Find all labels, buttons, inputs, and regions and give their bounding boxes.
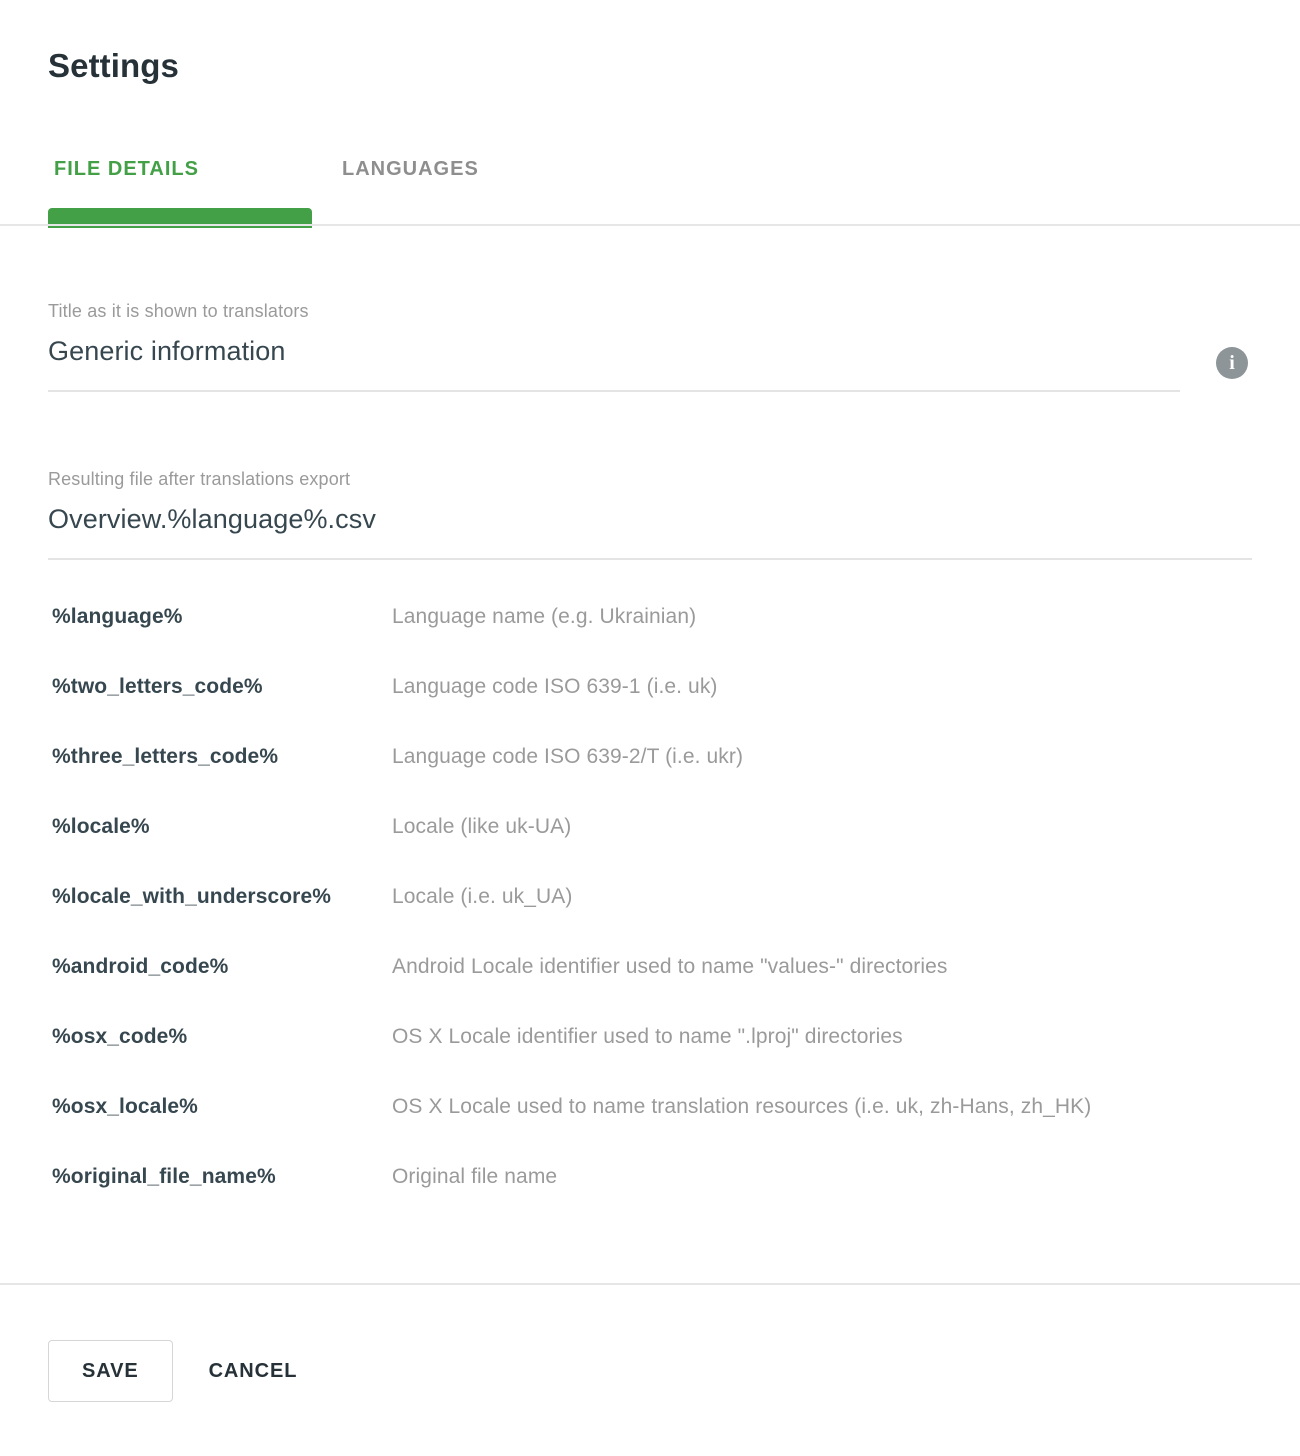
table-row: %original_file_name% Original file name	[0, 1161, 1300, 1231]
table-row: %language% Language name (e.g. Ukrainian…	[0, 601, 1300, 671]
placeholder-key: %three_letters_code%	[52, 745, 279, 768]
placeholder-table: %language% Language name (e.g. Ukrainian…	[0, 601, 1300, 1231]
placeholder-description: Language name (e.g. Ukrainian)	[392, 605, 697, 628]
footer-actions: SAVE CANCEL	[48, 1340, 321, 1402]
cancel-button[interactable]: CANCEL	[185, 1341, 322, 1401]
placeholder-description: OS X Locale identifier used to name ".lp…	[392, 1025, 903, 1048]
placeholder-key: %osx_code%	[52, 1025, 188, 1048]
tab-languages[interactable]: LANGUAGES	[336, 143, 485, 224]
placeholder-description: Locale (i.e. uk_UA)	[392, 885, 573, 908]
table-row: %two_letters_code% Language code ISO 639…	[0, 671, 1300, 741]
table-row: %osx_code% OS X Locale identifier used t…	[0, 1021, 1300, 1091]
table-row: %osx_locale% OS X Locale used to name tr…	[0, 1091, 1300, 1161]
title-input[interactable]	[48, 333, 1148, 369]
placeholder-key: %locale%	[52, 815, 150, 838]
filename-field-label: Resulting file after translations export	[48, 469, 351, 489]
placeholder-description: Language code ISO 639-2/T (i.e. ukr)	[392, 745, 744, 768]
placeholder-description: Locale (like uk-UA)	[392, 815, 572, 838]
placeholder-key: %locale_with_underscore%	[52, 885, 331, 908]
table-row: %locale% Locale (like uk-UA)	[0, 811, 1300, 881]
table-row: %three_letters_code% Language code ISO 6…	[0, 741, 1300, 811]
save-button[interactable]: SAVE	[48, 1340, 173, 1402]
filename-field-group: Resulting file after translations export	[48, 468, 1228, 537]
placeholder-description: OS X Locale used to name translation res…	[392, 1095, 1092, 1118]
table-row: %android_code% Android Locale identifier…	[0, 951, 1300, 1021]
tab-bar-divider	[0, 224, 1300, 226]
filename-input-underline	[48, 558, 1252, 560]
info-icon[interactable]: i	[1216, 347, 1248, 379]
placeholder-key: %osx_locale%	[52, 1095, 198, 1118]
placeholder-description: Android Locale identifier used to name "…	[392, 955, 948, 978]
settings-page: Settings FILE DETAILS LANGUAGES Title as…	[0, 0, 1300, 1456]
footer-divider	[0, 1283, 1300, 1285]
page-title: Settings	[48, 47, 179, 84]
filename-input[interactable]	[48, 501, 1228, 537]
placeholder-key: %android_code%	[52, 955, 229, 978]
title-field-group: Title as it is shown to translators	[48, 300, 1148, 369]
placeholder-key: %language%	[52, 605, 183, 628]
placeholder-key: %two_letters_code%	[52, 675, 263, 698]
placeholder-description: Language code ISO 639-1 (i.e. uk)	[392, 675, 718, 698]
placeholder-description: Original file name	[392, 1165, 558, 1188]
title-input-underline	[48, 390, 1180, 392]
table-row: %locale_with_underscore% Locale (i.e. uk…	[0, 881, 1300, 951]
title-field-label: Title as it is shown to translators	[48, 301, 309, 321]
placeholder-key: %original_file_name%	[52, 1165, 276, 1188]
